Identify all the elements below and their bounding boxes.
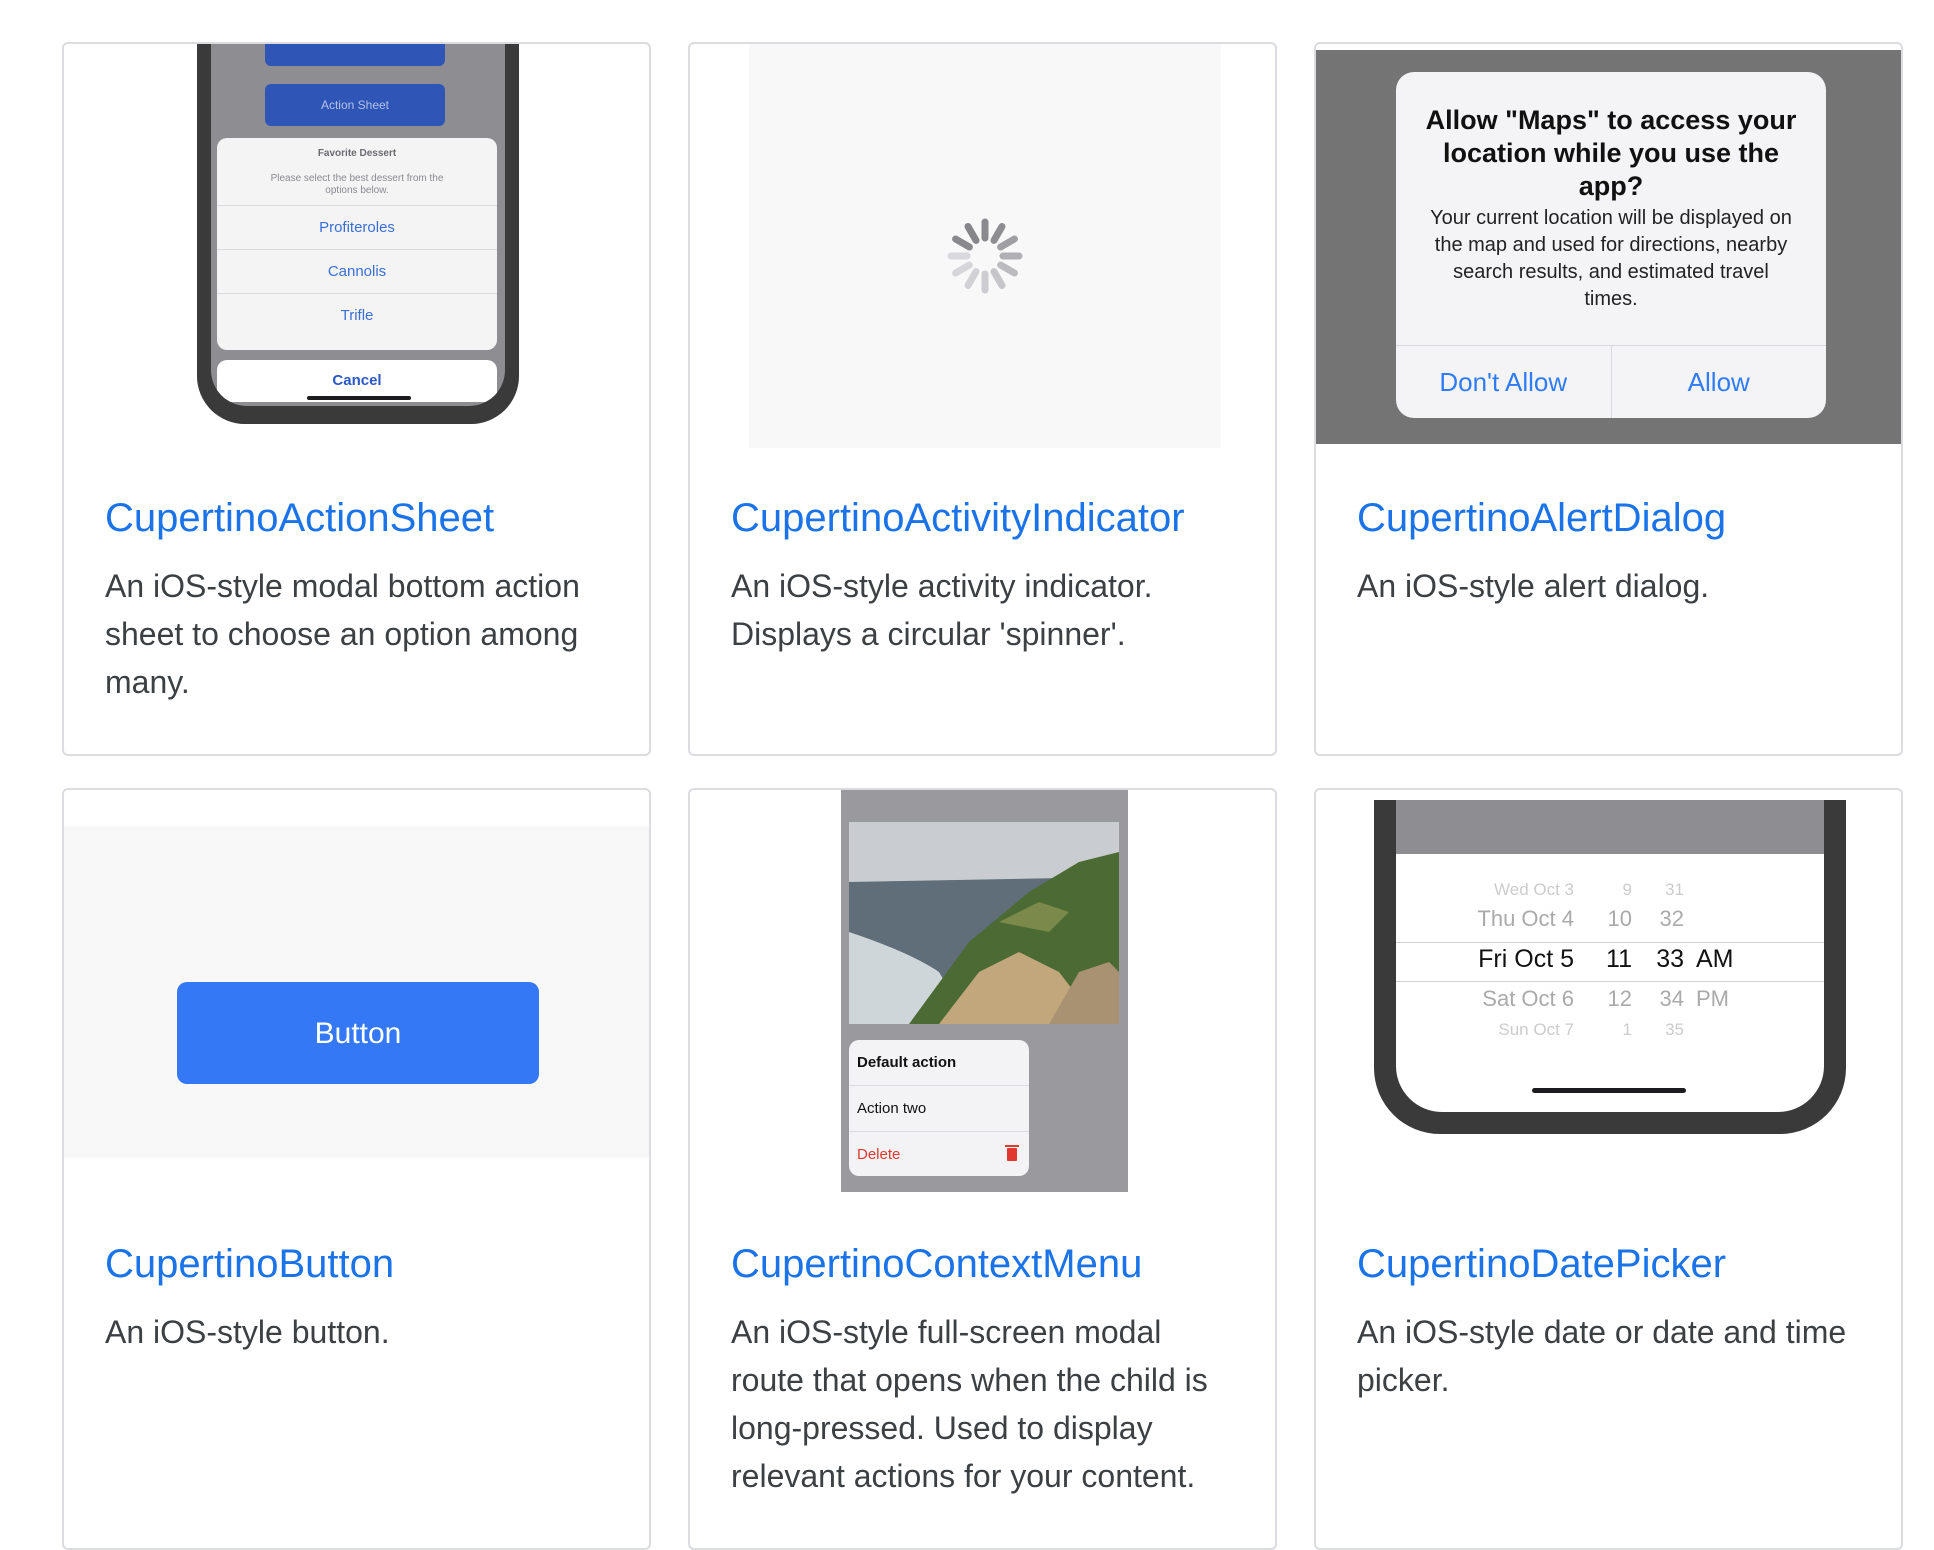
home-indicator bbox=[307, 396, 411, 400]
phone-frame: Action Sheet Favorite Dessert Please sel… bbox=[197, 44, 519, 424]
sheet-title: Favorite Dessert bbox=[317, 148, 397, 159]
dimmed-background: Allow "Maps" to access your location whi… bbox=[1316, 50, 1901, 444]
context-menu: Default action Action two Delete bbox=[849, 1040, 1029, 1176]
picker-date: Sat Oct 6 bbox=[1482, 986, 1574, 1011]
blurred-background: Default action Action two Delete bbox=[841, 790, 1128, 1192]
action-sheet: Favorite Dessert Please select the best … bbox=[217, 138, 497, 350]
coastline-photo bbox=[849, 822, 1119, 1024]
sheet-message: Please select the best dessert from the … bbox=[270, 173, 444, 196]
picker-hour: 9 bbox=[1622, 880, 1632, 899]
picker-date: Wed Oct 3 bbox=[1494, 880, 1574, 899]
picker-hour: 1 bbox=[1622, 1020, 1632, 1039]
preview-background: Button bbox=[64, 826, 649, 1158]
spinner-icon bbox=[947, 218, 1023, 294]
widget-card-action-sheet[interactable]: Action Sheet Favorite Dessert Please sel… bbox=[62, 42, 651, 756]
home-indicator bbox=[1532, 1088, 1686, 1093]
widget-card-context-menu[interactable]: Default action Action two Delete Cuperti… bbox=[688, 788, 1277, 1550]
widget-card-button[interactable]: Button CupertinoButton An iOS-style butt… bbox=[62, 788, 651, 1550]
picker-minute: 31 bbox=[1665, 880, 1684, 899]
alert-dialog-preview: Allow "Maps" to access your location whi… bbox=[1316, 44, 1901, 484]
ghost-button bbox=[265, 44, 445, 66]
preview-background bbox=[749, 44, 1221, 448]
card-title-link[interactable]: CupertinoButton bbox=[105, 1242, 394, 1287]
card-description: An iOS-style activity indicator. Display… bbox=[731, 568, 1153, 652]
context-menu-item[interactable]: Default action bbox=[849, 1040, 1029, 1085]
phone-screen: Action Sheet Favorite Dessert Please sel… bbox=[211, 44, 505, 406]
picker-hour: 11 bbox=[1606, 945, 1632, 973]
picker-ampm: PM bbox=[1696, 986, 1729, 1011]
alert-message: Your current location will be displayed … bbox=[1430, 207, 1792, 310]
widget-card-activity-indicator[interactable]: CupertinoActivityIndicator An iOS-style … bbox=[688, 42, 1277, 756]
card-title-link[interactable]: CupertinoActivityIndicator bbox=[731, 496, 1185, 541]
button-preview: Button bbox=[64, 790, 649, 1230]
alert-actions: Don't Allow Allow bbox=[1396, 345, 1826, 418]
card-title-link[interactable]: CupertinoDatePicker bbox=[1357, 1242, 1726, 1287]
selection-divider bbox=[1396, 942, 1824, 943]
activity-indicator-preview bbox=[690, 44, 1275, 484]
card-title-link[interactable]: CupertinoContextMenu bbox=[731, 1242, 1142, 1287]
selection-divider bbox=[1396, 981, 1824, 982]
picker-date: Thu Oct 4 bbox=[1477, 906, 1574, 931]
context-menu-item[interactable]: Action two bbox=[849, 1085, 1029, 1131]
menu-item-label: Default action bbox=[857, 1054, 957, 1071]
context-menu-delete-item[interactable]: Delete bbox=[849, 1131, 1029, 1176]
card-description: An iOS-style alert dialog. bbox=[1357, 568, 1710, 604]
phone-frame: Wed Oct 3 9 31 Thu Oct 4 10 32 Fri Oct 5… bbox=[1374, 800, 1846, 1134]
card-description: An iOS-style full-screen modal route tha… bbox=[731, 1314, 1208, 1494]
allow-button[interactable]: Allow bbox=[1610, 346, 1827, 418]
context-menu-preview: Default action Action two Delete bbox=[690, 790, 1275, 1230]
menu-item-label: Action two bbox=[857, 1100, 927, 1117]
dont-allow-button[interactable]: Don't Allow bbox=[1396, 346, 1611, 418]
widget-card-date-picker[interactable]: Wed Oct 3 9 31 Thu Oct 4 10 32 Fri Oct 5… bbox=[1314, 788, 1903, 1550]
widget-card-alert-dialog[interactable]: Allow "Maps" to access your location whi… bbox=[1314, 42, 1903, 756]
picker-minute: 35 bbox=[1665, 1020, 1684, 1039]
menu-item-label: Delete bbox=[857, 1146, 901, 1163]
sheet-option[interactable]: Cannolis bbox=[217, 249, 497, 293]
sheet-option[interactable]: Trifle bbox=[217, 293, 497, 337]
card-description: An iOS-style modal bottom action sheet t… bbox=[105, 568, 580, 700]
alert-dialog: Allow "Maps" to access your location whi… bbox=[1396, 72, 1826, 418]
picker-ampm: AM bbox=[1696, 945, 1734, 973]
ios-style-button[interactable]: Button bbox=[177, 982, 539, 1084]
phone-screen: Wed Oct 3 9 31 Thu Oct 4 10 32 Fri Oct 5… bbox=[1396, 800, 1824, 1112]
picker-minute: 34 bbox=[1659, 986, 1684, 1011]
screen-header bbox=[1396, 800, 1824, 854]
picker-date: Sun Oct 7 bbox=[1498, 1020, 1574, 1039]
picker-minute: 32 bbox=[1659, 906, 1684, 931]
action-sheet-ghost-button: Action Sheet bbox=[265, 84, 445, 126]
sheet-option[interactable]: Profiteroles bbox=[217, 205, 497, 249]
card-title-link[interactable]: CupertinoAlertDialog bbox=[1357, 496, 1726, 541]
picker-date: Fri Oct 5 bbox=[1478, 945, 1574, 973]
date-picker-preview: Wed Oct 3 9 31 Thu Oct 4 10 32 Fri Oct 5… bbox=[1316, 790, 1901, 1230]
picker-hour: 10 bbox=[1607, 906, 1632, 931]
picker-hour: 12 bbox=[1607, 986, 1632, 1011]
alert-title: Allow "Maps" to access your location whi… bbox=[1425, 105, 1797, 201]
trash-icon bbox=[1005, 1145, 1019, 1161]
action-sheet-preview: Action Sheet Favorite Dessert Please sel… bbox=[64, 44, 649, 484]
card-description: An iOS-style button. bbox=[105, 1314, 390, 1350]
picker-minute: 33 bbox=[1656, 945, 1684, 973]
card-title-link[interactable]: CupertinoActionSheet bbox=[105, 496, 494, 541]
card-description: An iOS-style date or date and time picke… bbox=[1357, 1314, 1847, 1398]
